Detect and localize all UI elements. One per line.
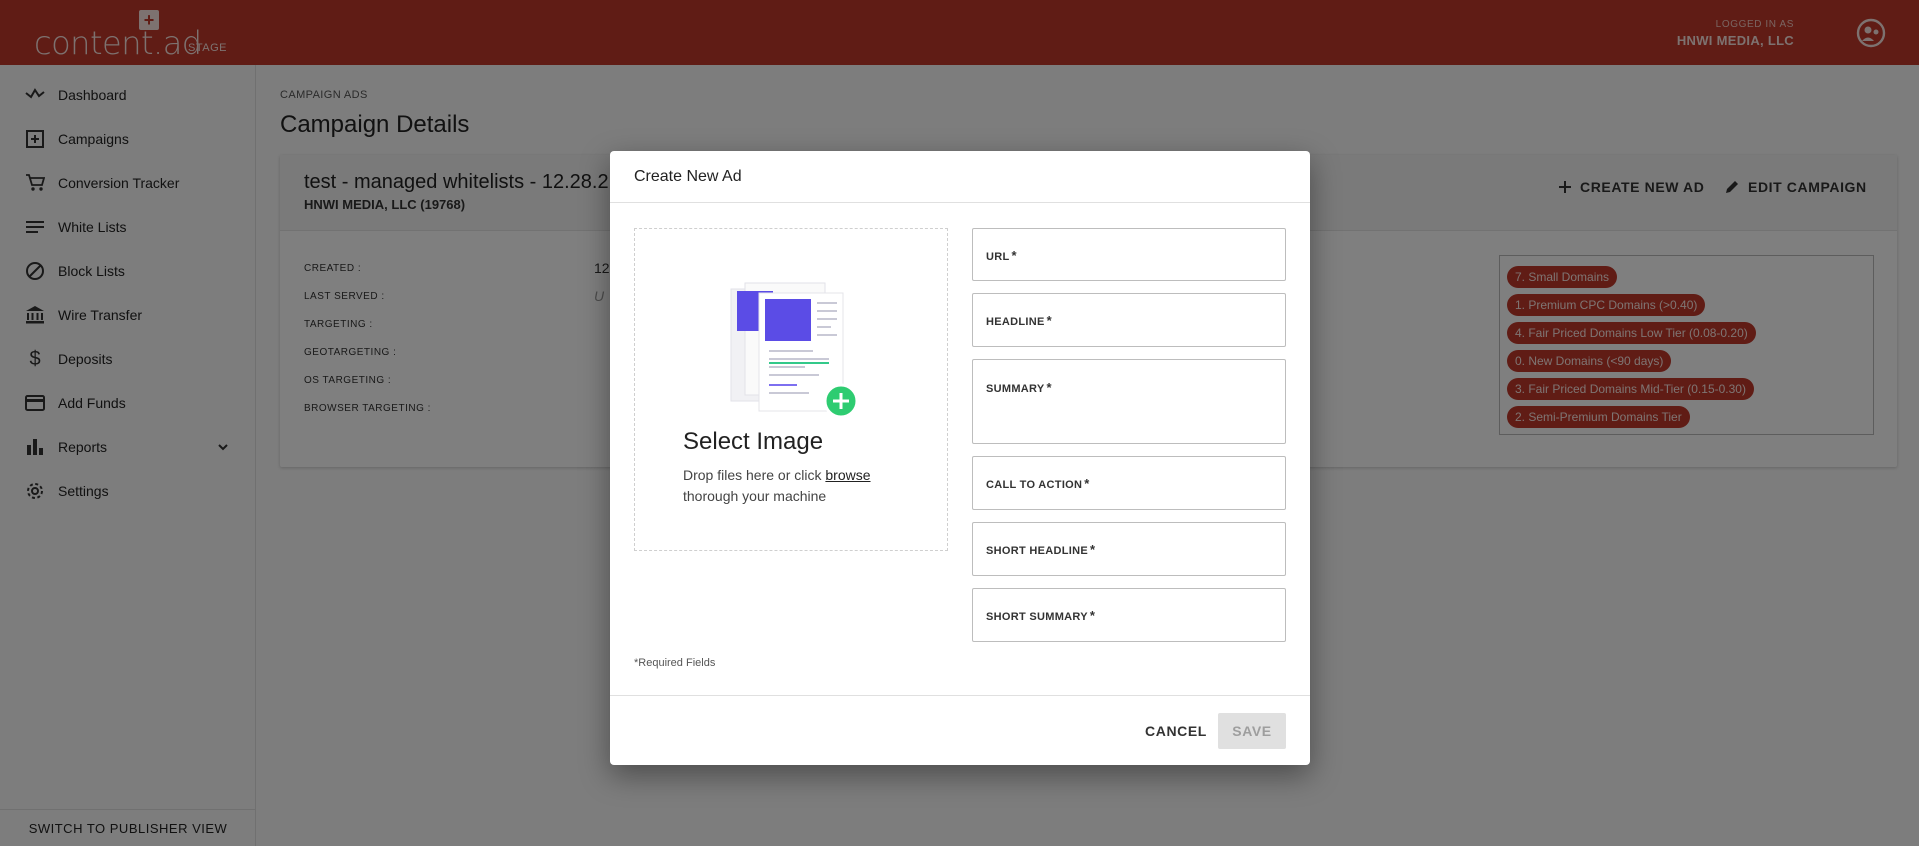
required-fields-note: *Required Fields [634, 657, 716, 669]
field-label: URL [986, 251, 1010, 263]
cancel-button[interactable]: CANCEL [1140, 713, 1212, 749]
field-label: SHORT SUMMARY [986, 611, 1088, 623]
call-to-action-field[interactable]: CALL TO ACTION * [972, 456, 1286, 510]
dropzone-text-before: Drop files here or click [683, 467, 826, 483]
dropzone-text-after: thorough your machine [683, 488, 827, 504]
browse-link[interactable]: browse [825, 467, 870, 483]
field-label: HEADLINE [986, 316, 1045, 328]
required-marker: * [1011, 248, 1017, 263]
dropzone-title: Select Image [683, 428, 824, 455]
field-label: CALL TO ACTION [986, 479, 1083, 491]
required-marker: * [1046, 380, 1052, 395]
divider [610, 695, 1310, 696]
dialog-title: Create New Ad [634, 168, 742, 185]
image-dropzone[interactable]: Select Image Drop files here or click br… [634, 228, 948, 551]
save-button[interactable]: SAVE [1218, 713, 1286, 749]
required-marker: * [1046, 313, 1052, 328]
headline-field[interactable]: HEADLINE * [972, 293, 1286, 347]
field-label: SHORT HEADLINE [986, 545, 1088, 557]
url-field[interactable]: URL * [972, 228, 1286, 281]
field-label: SUMMARY [986, 383, 1045, 395]
image-upload-illustration [730, 282, 859, 419]
required-marker: * [1084, 476, 1090, 491]
dropzone-text: Drop files here or click browse thorough … [683, 465, 913, 507]
summary-field[interactable]: SUMMARY * [972, 359, 1286, 444]
short-headline-field[interactable]: SHORT HEADLINE * [972, 522, 1286, 576]
divider [610, 202, 1310, 203]
create-ad-dialog: Create New Ad Select Image Drop files he… [610, 151, 1310, 765]
short-summary-field[interactable]: SHORT SUMMARY * [972, 588, 1286, 642]
required-marker: * [1089, 542, 1096, 557]
required-marker: * [1089, 608, 1096, 623]
